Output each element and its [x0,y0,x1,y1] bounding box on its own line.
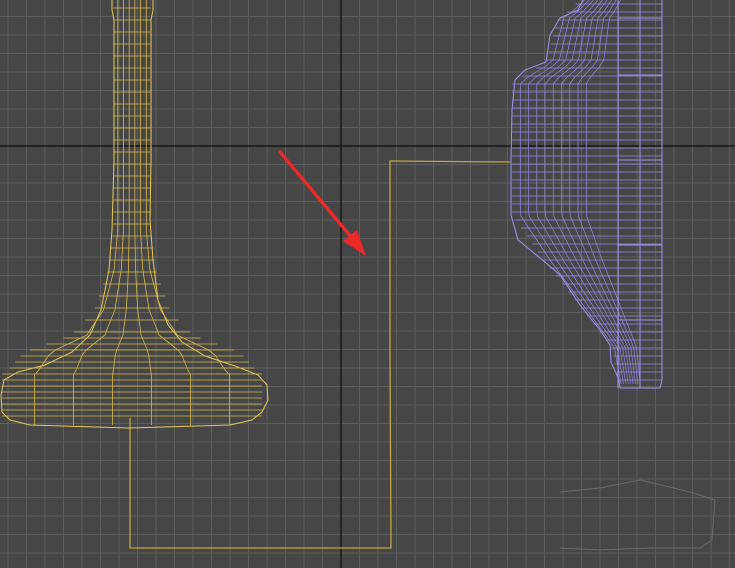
vase-meridian [112,0,130,425]
lamp-meridian [552,0,632,385]
lamp-meridian [528,0,624,385]
3d-viewport[interactable] [0,0,735,568]
vase-wireframe[interactable] [0,0,269,429]
lamp-wireframe[interactable] [510,0,663,389]
vase-meridian [73,0,124,425]
vase-meridian [140,0,191,425]
lamp-mesh-lines [512,0,662,388]
vase-mesh-lines [2,0,262,425]
lamp-meridian [544,0,629,385]
vase-meridian [145,0,230,425]
path-spline[interactable] [129,160,511,549]
vase-meridian [34,0,119,425]
lamp-meridian [577,0,639,385]
